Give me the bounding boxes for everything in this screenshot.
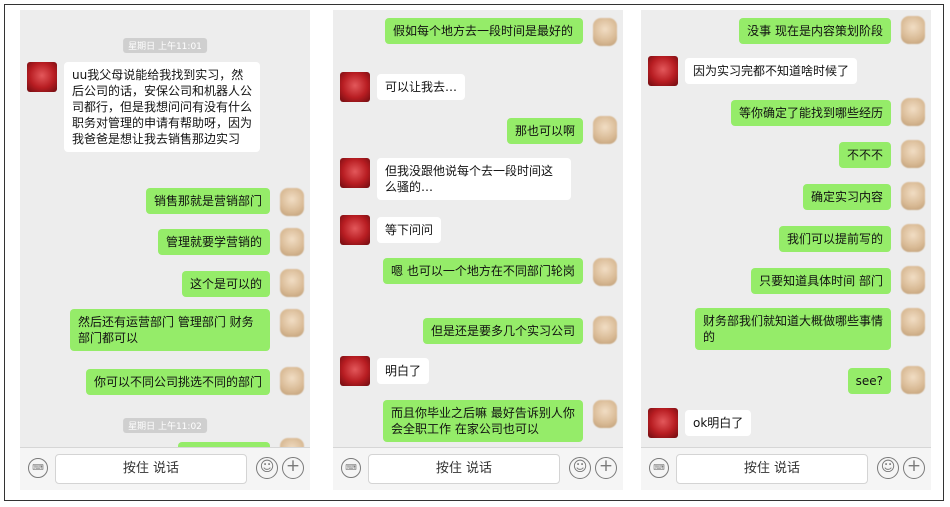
user-avatar[interactable] xyxy=(280,309,304,337)
chat-screen-1: 星期日 上午11:01 uu我父母说能给我找到实习，然后公司的话，安保公司和机器… xyxy=(20,10,310,490)
user-avatar[interactable] xyxy=(901,308,925,336)
user-avatar[interactable] xyxy=(901,98,925,126)
message-bubble-sent[interactable]: 不不不 xyxy=(838,142,891,168)
timestamp: 星期日 上午11:02 xyxy=(123,418,207,433)
input-bar: ⌨ 按住 说话 ☺ + xyxy=(333,447,623,490)
contact-avatar[interactable] xyxy=(648,56,678,86)
contact-avatar[interactable] xyxy=(648,408,678,438)
message-bubble-sent[interactable]: 销售那就是营销部门 xyxy=(145,188,270,214)
user-avatar[interactable] xyxy=(901,140,925,168)
message-bubble-sent[interactable]: see? xyxy=(847,368,891,394)
message-bubble-received[interactable]: 但我没跟他说每个去一段时间这么骚的… xyxy=(377,158,571,200)
message-bubble-received[interactable]: 可以让我去… xyxy=(377,74,466,100)
message-bubble-received[interactable]: 明白了 xyxy=(377,358,430,384)
emoji-icon[interactable]: ☺ xyxy=(569,457,591,479)
keyboard-icon[interactable]: ⌨ xyxy=(28,458,48,478)
hold-to-talk-button[interactable]: 按住 说话 xyxy=(55,454,247,484)
user-avatar[interactable] xyxy=(280,188,304,216)
user-avatar[interactable] xyxy=(593,316,617,344)
contact-avatar[interactable] xyxy=(340,356,370,386)
user-avatar[interactable] xyxy=(901,266,925,294)
user-avatar[interactable] xyxy=(280,367,304,395)
user-avatar[interactable] xyxy=(280,269,304,297)
message-bubble-received[interactable]: uu我父母说能给我找到实习，然后公司的话，安保公司和机器人公司都行，但是我想问问… xyxy=(64,62,260,152)
message-bubble-received[interactable]: ok明白了 xyxy=(685,410,752,436)
message-bubble-received[interactable]: 因为实习完都不知道啥时候了 xyxy=(685,58,858,84)
user-avatar[interactable] xyxy=(593,18,617,46)
plus-icon[interactable]: + xyxy=(595,457,617,479)
contact-avatar[interactable] xyxy=(340,158,370,188)
message-bubble-sent[interactable]: 但是还是要多几个实习公司 xyxy=(422,318,583,344)
hold-to-talk-button[interactable]: 按住 说话 xyxy=(676,454,868,484)
emoji-icon[interactable]: ☺ xyxy=(877,457,899,479)
message-bubble-sent[interactable]: 然后还有运营部门 管理部门 财务部门都可以 xyxy=(70,309,270,351)
contact-avatar[interactable] xyxy=(27,62,57,92)
chat-screen-2: 假如每个地方去一段时间是最好的 可以让我去… 那也可以啊 但我没跟他说每个去一段… xyxy=(333,10,623,490)
message-bubble-sent[interactable]: 你可以不同公司挑选不同的部门 xyxy=(85,369,270,395)
user-avatar[interactable] xyxy=(901,16,925,44)
keyboard-icon[interactable]: ⌨ xyxy=(649,458,669,478)
message-bubble-sent[interactable]: 这个是可以的 xyxy=(181,271,270,297)
contact-avatar[interactable] xyxy=(340,215,370,245)
plus-icon[interactable]: + xyxy=(282,457,304,479)
message-bubble-sent[interactable]: 确定实习内容 xyxy=(802,184,891,210)
message-bubble-sent[interactable]: 嗯 也可以一个地方在不同部门轮岗 xyxy=(383,258,583,284)
input-bar: ⌨ 按住 说话 ☺ + xyxy=(641,447,931,490)
message-bubble-sent[interactable]: 我们可以提前写的 xyxy=(778,226,891,252)
user-avatar[interactable] xyxy=(593,116,617,144)
user-avatar[interactable] xyxy=(593,258,617,286)
message-bubble-sent[interactable]: 那也可以啊 xyxy=(506,118,583,144)
user-avatar[interactable] xyxy=(593,400,617,428)
message-bubble-sent[interactable]: 管理就要学营销的 xyxy=(157,229,270,255)
emoji-icon[interactable]: ☺ xyxy=(256,457,278,479)
contact-avatar[interactable] xyxy=(340,72,370,102)
user-avatar[interactable] xyxy=(901,224,925,252)
message-bubble-sent[interactable]: 等你确定了能找到哪些经历 xyxy=(730,100,891,126)
hold-to-talk-button[interactable]: 按住 说话 xyxy=(368,454,560,484)
message-bubble-sent[interactable]: 只要知道具体时间 部门 xyxy=(751,268,891,294)
timestamp: 星期日 上午11:01 xyxy=(123,38,207,53)
user-avatar[interactable] xyxy=(901,366,925,394)
keyboard-icon[interactable]: ⌨ xyxy=(341,458,361,478)
message-bubble-sent[interactable]: 假如每个地方去一段时间是最好的 xyxy=(385,18,583,44)
plus-icon[interactable]: + xyxy=(903,457,925,479)
message-bubble-sent[interactable]: 而且你毕业之后嘛 最好告诉别人你会全职工作 在家公司也可以 xyxy=(383,400,583,442)
input-bar: ⌨ 按住 说话 ☺ + xyxy=(20,447,310,490)
message-bubble-received[interactable]: 等下问问 xyxy=(377,217,442,243)
user-avatar[interactable] xyxy=(280,228,304,256)
chat-screen-3: 没事 现在是内容策划阶段 因为实习完都不知道啥时候了 等你确定了能找到哪些经历 … xyxy=(641,10,931,490)
user-avatar[interactable] xyxy=(901,182,925,210)
message-bubble-sent[interactable]: 没事 现在是内容策划阶段 xyxy=(739,18,891,44)
message-bubble-sent[interactable]: 财务部我们就知道大概做哪些事情的 xyxy=(695,308,891,350)
